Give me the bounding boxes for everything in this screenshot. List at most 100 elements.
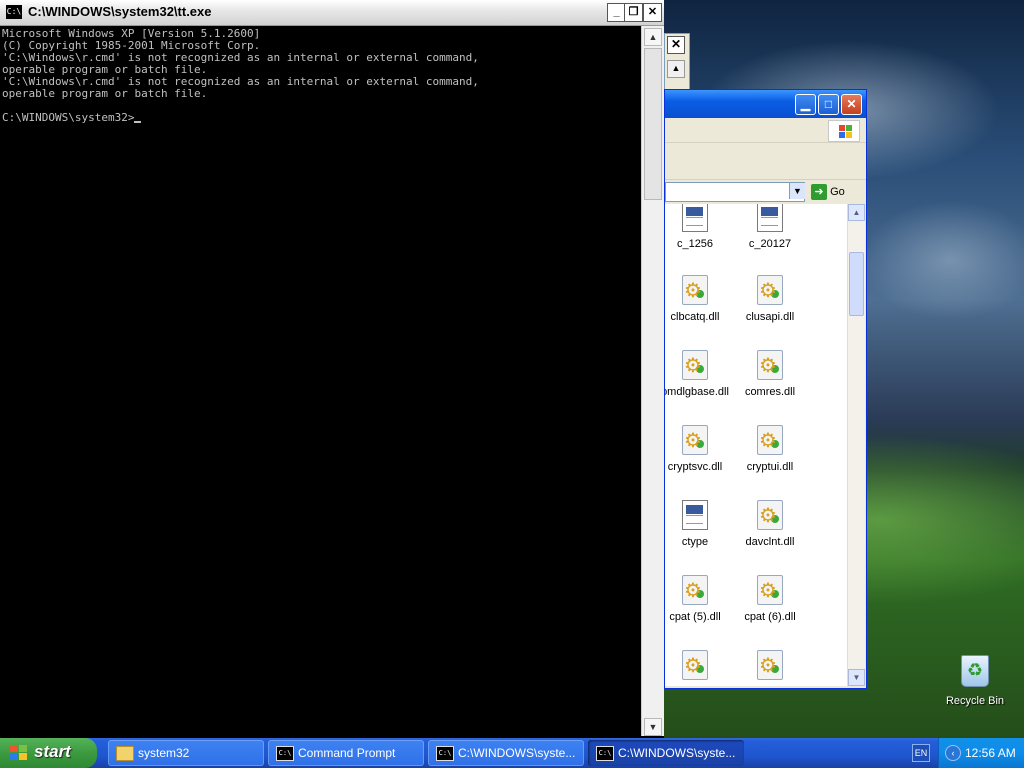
dll-file-icon — [682, 575, 708, 605]
file-item[interactable]: ctype — [665, 500, 731, 548]
start-button[interactable]: start — [0, 738, 97, 768]
cmd-scroll-up-button[interactable]: ▲ — [644, 28, 662, 46]
explorer-scroll-thumb[interactable] — [849, 252, 864, 316]
file-item[interactable]: cpat (5).dll — [665, 575, 731, 623]
taskbar-item-label: C:\WINDOWS\syste... — [458, 746, 576, 760]
go-arrow-icon: ➜ — [811, 184, 827, 201]
dll-file-icon — [757, 575, 783, 605]
explorer-window: ▁ □ ✕ ▼ ➜ Go c_1256 c_20127 clbcatq.dll clu… — [664, 89, 867, 689]
file-name: omdlgbase.dll — [665, 386, 729, 398]
show-hidden-icons-button[interactable]: ‹ — [945, 745, 961, 761]
start-label: start — [34, 742, 71, 761]
address-bar: ▼ ➜ Go — [665, 180, 866, 204]
recycle-bin-icon — [961, 655, 989, 687]
cmd-window-title: C:\WINDOWS\system32\tt.exe — [28, 4, 212, 19]
wallpaper-cloud — [860, 200, 1024, 320]
dll-file-icon — [682, 275, 708, 305]
explorer-scroll-down-button[interactable]: ▼ — [848, 669, 865, 686]
cmd-window-icon[interactable]: C:\ — [6, 5, 22, 19]
file-item[interactable]: omdlgbase.dll — [665, 350, 731, 398]
address-input[interactable] — [665, 182, 805, 202]
file-list: c_1256 c_20127 clbcatq.dll clusapi.dll omdlg… — [665, 204, 847, 686]
document-file-icon — [757, 204, 783, 232]
language-indicator[interactable]: EN — [912, 744, 930, 762]
explorer-close-button[interactable]: ✕ — [841, 94, 862, 115]
explorer-minimize-button[interactable]: ▁ — [795, 94, 816, 115]
explorer-menubar — [665, 118, 866, 143]
console-prompt-line: C:\WINDOWS\system32> — [2, 111, 142, 124]
file-name: cryptsvc.dll — [667, 461, 723, 473]
windows-flag-icon — [828, 120, 860, 142]
background-window-scroll-up-button[interactable]: ▲ — [667, 60, 685, 78]
explorer-vertical-scrollbar[interactable]: ▲ ▼ — [847, 204, 865, 686]
file-item[interactable]: c_20127 — [734, 204, 806, 250]
file-name: cpat (6).dll — [744, 611, 796, 623]
document-file-icon — [682, 500, 708, 530]
taskbar-item-label: system32 — [138, 746, 190, 760]
console-prompt: C:\WINDOWS\system32> — [2, 111, 135, 124]
folder-icon — [116, 746, 134, 761]
file-item[interactable] — [734, 650, 806, 686]
file-item[interactable]: c_1256 — [665, 204, 731, 250]
document-file-icon — [682, 204, 708, 232]
file-item[interactable]: clbcatq.dll — [665, 275, 731, 323]
cmd-icon: C:\ — [276, 746, 294, 761]
dll-file-icon — [682, 425, 708, 455]
cmd-titlebar[interactable]: C:\ C:\WINDOWS\system32\tt.exe _ ❐ ✕ — [0, 0, 664, 26]
dll-file-icon — [757, 425, 783, 455]
dll-file-icon — [682, 350, 708, 380]
cmd-icon: C:\ — [436, 746, 454, 761]
go-label: Go — [830, 186, 845, 198]
file-name: cryptui.dll — [746, 461, 794, 473]
cmd-close-button[interactable]: ✕ — [643, 3, 662, 22]
go-button[interactable]: ➜ Go — [811, 182, 857, 202]
cmd-scroll-thumb[interactable] — [644, 48, 662, 200]
file-name: davclnt.dll — [745, 536, 795, 548]
cmd-console-output[interactable]: Microsoft Windows XP [Version 5.1.2600] … — [0, 26, 640, 736]
taskbar-item-cmd-window[interactable]: C:\ C:\WINDOWS\syste... — [428, 740, 584, 766]
taskbar-item-label: Command Prompt — [298, 746, 396, 760]
file-name: clbcatq.dll — [670, 311, 720, 323]
explorer-maximize-button[interactable]: □ — [818, 94, 839, 115]
explorer-titlebar[interactable]: ▁ □ ✕ — [665, 90, 866, 118]
cmd-scroll-down-button[interactable]: ▼ — [644, 718, 662, 736]
taskbar: start system32 C:\ Command Prompt C:\ C:… — [0, 738, 1024, 768]
dll-file-icon — [757, 350, 783, 380]
dll-file-icon — [757, 650, 783, 680]
file-item[interactable]: comres.dll — [734, 350, 806, 398]
file-name: c_20127 — [748, 238, 792, 250]
file-name: cpat (5).dll — [669, 611, 721, 623]
background-window-close-button[interactable]: ✕ — [667, 36, 685, 54]
cmd-vertical-scrollbar[interactable]: ▲ ▼ — [641, 26, 664, 736]
cmd-restore-button[interactable]: ❐ — [624, 3, 643, 22]
explorer-scroll-up-button[interactable]: ▲ — [848, 204, 865, 221]
file-item[interactable] — [665, 650, 731, 686]
taskbar-item-system32[interactable]: system32 — [108, 740, 264, 766]
file-item[interactable]: clusapi.dll — [734, 275, 806, 323]
file-item[interactable]: davclnt.dll — [734, 500, 806, 548]
explorer-toolbar — [665, 143, 866, 180]
command-prompt-window: C:\ C:\WINDOWS\system32\tt.exe _ ❐ ✕ Mic… — [0, 0, 664, 738]
recycle-bin-label: Recycle Bin — [945, 695, 1005, 707]
windows-logo-icon — [10, 745, 28, 761]
file-name: clusapi.dll — [745, 311, 795, 323]
taskbar-item-command-prompt[interactable]: C:\ Command Prompt — [268, 740, 424, 766]
taskbar-item-label: C:\WINDOWS\syste... — [618, 746, 736, 760]
dll-file-icon — [682, 650, 708, 680]
file-item[interactable]: cryptsvc.dll — [665, 425, 731, 473]
cmd-icon: C:\ — [596, 746, 614, 761]
address-dropdown-button[interactable]: ▼ — [789, 183, 805, 199]
file-name: c_1256 — [676, 238, 714, 250]
file-item[interactable]: cpat (6).dll — [734, 575, 806, 623]
desktop: Recycle Bin ✕ ▲ ▁ □ ✕ ▼ ➜ Go — [0, 0, 1024, 738]
clock[interactable]: 12:56 AM — [965, 746, 1016, 760]
taskbar-item-tt-exe[interactable]: C:\ C:\WINDOWS\syste... — [588, 740, 744, 766]
recycle-bin-shortcut[interactable]: Recycle Bin — [940, 655, 1010, 707]
file-name: ctype — [681, 536, 709, 548]
console-line: operable program or batch file. — [2, 87, 208, 100]
system-tray: ‹ 12:56 AM — [938, 738, 1024, 768]
text-cursor — [134, 121, 142, 123]
file-item[interactable]: cryptui.dll — [734, 425, 806, 473]
dll-file-icon — [757, 275, 783, 305]
dll-file-icon — [757, 500, 783, 530]
